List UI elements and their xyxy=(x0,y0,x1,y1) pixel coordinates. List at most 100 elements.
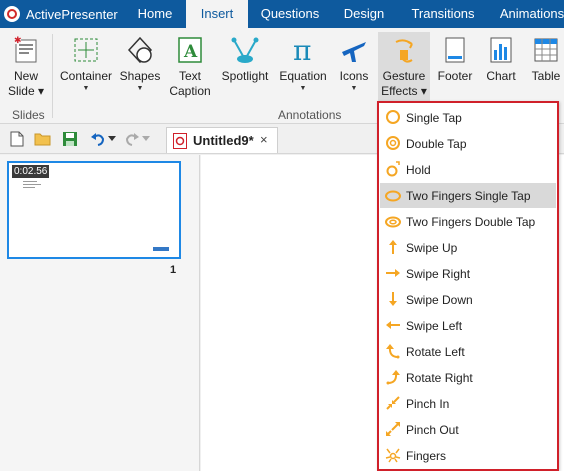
swipe-left-icon xyxy=(386,321,400,329)
text-caption-label-1: Text xyxy=(178,69,201,83)
svg-text:✱: ✱ xyxy=(14,36,22,46)
spotlight-button[interactable]: Spotlight xyxy=(218,32,272,102)
container-icon xyxy=(74,38,98,62)
double-tap-icon xyxy=(386,136,400,150)
title-bar: ActivePresenter Home Insert Questions De… xyxy=(0,0,564,28)
menu-item-rotate-right[interactable]: Rotate Right xyxy=(380,365,556,390)
document-logo-icon xyxy=(173,133,187,149)
chevron-down-icon: ▼ xyxy=(136,85,144,92)
text-caption-button[interactable]: A Text Caption xyxy=(164,32,216,102)
tab-animations[interactable]: Animations xyxy=(492,0,564,28)
tab-home[interactable]: Home xyxy=(126,0,184,28)
text-caption-label-2: Caption xyxy=(169,84,211,98)
container-label: Container xyxy=(59,69,113,83)
menu-item-pinch-in[interactable]: Pinch In xyxy=(380,391,556,416)
container-button[interactable]: Container ▼ xyxy=(57,32,115,102)
pi-icon: π xyxy=(293,36,311,66)
menu-item-hold[interactable]: Hold xyxy=(380,157,556,182)
menu-item-swipe-left[interactable]: Swipe Left xyxy=(380,313,556,338)
two-fingers-double-tap-icon xyxy=(385,216,401,228)
menu-item-label: Pinch In xyxy=(406,397,450,411)
text-caption-icon: A xyxy=(178,37,202,63)
menu-item-label: Hold xyxy=(406,163,431,177)
chart-icon xyxy=(490,37,512,63)
tab-design[interactable]: Design xyxy=(333,0,395,28)
footer-icon xyxy=(445,37,465,63)
shapes-label: Shapes xyxy=(119,69,161,83)
group-separator xyxy=(52,34,53,118)
spotlight-label: Spotlight xyxy=(221,69,269,83)
menu-item-two-fingers-double-tap[interactable]: Two Fingers Double Tap xyxy=(380,209,556,234)
swipe-right-icon xyxy=(386,269,400,277)
gesture-effects-button[interactable]: Gesture Effects ▾ xyxy=(378,32,430,102)
app-logo-icon xyxy=(4,6,20,22)
group-label-annotations: Annotations xyxy=(278,108,342,122)
menu-item-rotate-left[interactable]: Rotate Left xyxy=(380,339,556,364)
table-icon xyxy=(534,38,558,62)
menu-item-single-tap[interactable]: Single Tap xyxy=(380,105,556,130)
airplane-icon xyxy=(342,42,366,62)
slide-number: 1 xyxy=(170,264,177,276)
menu-item-label: Rotate Left xyxy=(406,345,465,359)
thumbnail-text-line xyxy=(23,184,41,185)
tab-questions[interactable]: Questions xyxy=(250,0,330,28)
redo-icon[interactable] xyxy=(124,131,140,147)
chart-button[interactable]: Chart xyxy=(480,32,522,102)
chevron-down-icon: ▼ xyxy=(299,85,307,92)
document-tab-title: Untitled9* xyxy=(193,133,254,148)
equation-button[interactable]: π Equation ▼ xyxy=(276,32,330,102)
shapes-button[interactable]: Shapes ▼ xyxy=(118,32,162,102)
undo-dropdown-icon[interactable] xyxy=(108,136,116,142)
menu-item-label: Two Fingers Single Tap xyxy=(406,189,531,203)
redo-dropdown-icon[interactable] xyxy=(142,136,150,142)
menu-item-swipe-down[interactable]: Swipe Down xyxy=(380,287,556,312)
menu-item-swipe-up[interactable]: Swipe Up xyxy=(380,235,556,260)
menu-item-label: Double Tap xyxy=(406,137,467,151)
gesture-effects-icon xyxy=(395,39,413,63)
new-slide-button[interactable]: ✱ New Slide ▾ xyxy=(4,32,48,102)
save-icon[interactable] xyxy=(62,131,78,147)
group-label-slides: Slides xyxy=(12,108,45,122)
menu-item-label: Pinch Out xyxy=(406,423,459,437)
menu-item-two-fingers-single-tap[interactable]: Two Fingers Single Tap xyxy=(380,183,556,208)
thumbnail-text-line xyxy=(23,181,37,182)
pinch-in-icon xyxy=(386,396,400,410)
icons-button[interactable]: Icons ▼ xyxy=(334,32,374,102)
svg-text:π: π xyxy=(293,36,311,66)
gesture-effects-label-2: Effects ▾ xyxy=(381,84,427,98)
chevron-down-icon: ▼ xyxy=(82,85,90,92)
menu-item-fingers[interactable]: Fingers xyxy=(380,443,556,468)
slide-thumbnail[interactable]: 0:02.56 xyxy=(7,161,181,259)
menu-item-label: Swipe Up xyxy=(406,241,458,255)
menu-item-swipe-right[interactable]: Swipe Right xyxy=(380,261,556,286)
slides-pane: 0:02.56 1 xyxy=(0,155,200,471)
svg-text:A: A xyxy=(183,42,198,62)
footer-label: Footer xyxy=(437,69,473,83)
shapes-icon xyxy=(127,36,153,64)
open-folder-icon[interactable] xyxy=(34,131,52,147)
new-document-icon[interactable] xyxy=(10,131,24,147)
footer-button[interactable]: Footer xyxy=(432,32,478,102)
undo-icon[interactable] xyxy=(90,131,106,147)
icons-label: Icons xyxy=(339,69,369,83)
hold-icon xyxy=(386,161,400,177)
pinch-out-icon xyxy=(386,422,400,436)
tab-transitions[interactable]: Transitions xyxy=(402,0,484,28)
menu-item-double-tap[interactable]: Double Tap xyxy=(380,131,556,156)
menu-item-pinch-out[interactable]: Pinch Out xyxy=(380,417,556,442)
menu-item-label: Swipe Left xyxy=(406,319,463,333)
menu-item-label: Rotate Right xyxy=(406,371,473,385)
table-button[interactable]: Table xyxy=(526,32,564,102)
gesture-effects-label-1: Gesture xyxy=(382,69,426,83)
new-slide-label-1: New xyxy=(13,69,38,83)
close-icon[interactable]: × xyxy=(260,132,268,147)
table-label: Table xyxy=(531,69,561,83)
fingers-icon xyxy=(385,448,401,463)
document-tab[interactable]: Untitled9* × xyxy=(166,127,278,153)
thumbnail-button-shape xyxy=(153,247,169,251)
chart-label: Chart xyxy=(486,69,516,83)
two-fingers-single-tap-icon xyxy=(385,190,401,202)
tab-insert[interactable]: Insert xyxy=(186,0,248,28)
thumbnail-duration: 0:02.56 xyxy=(12,165,50,178)
menu-item-label: Two Fingers Double Tap xyxy=(406,215,536,229)
